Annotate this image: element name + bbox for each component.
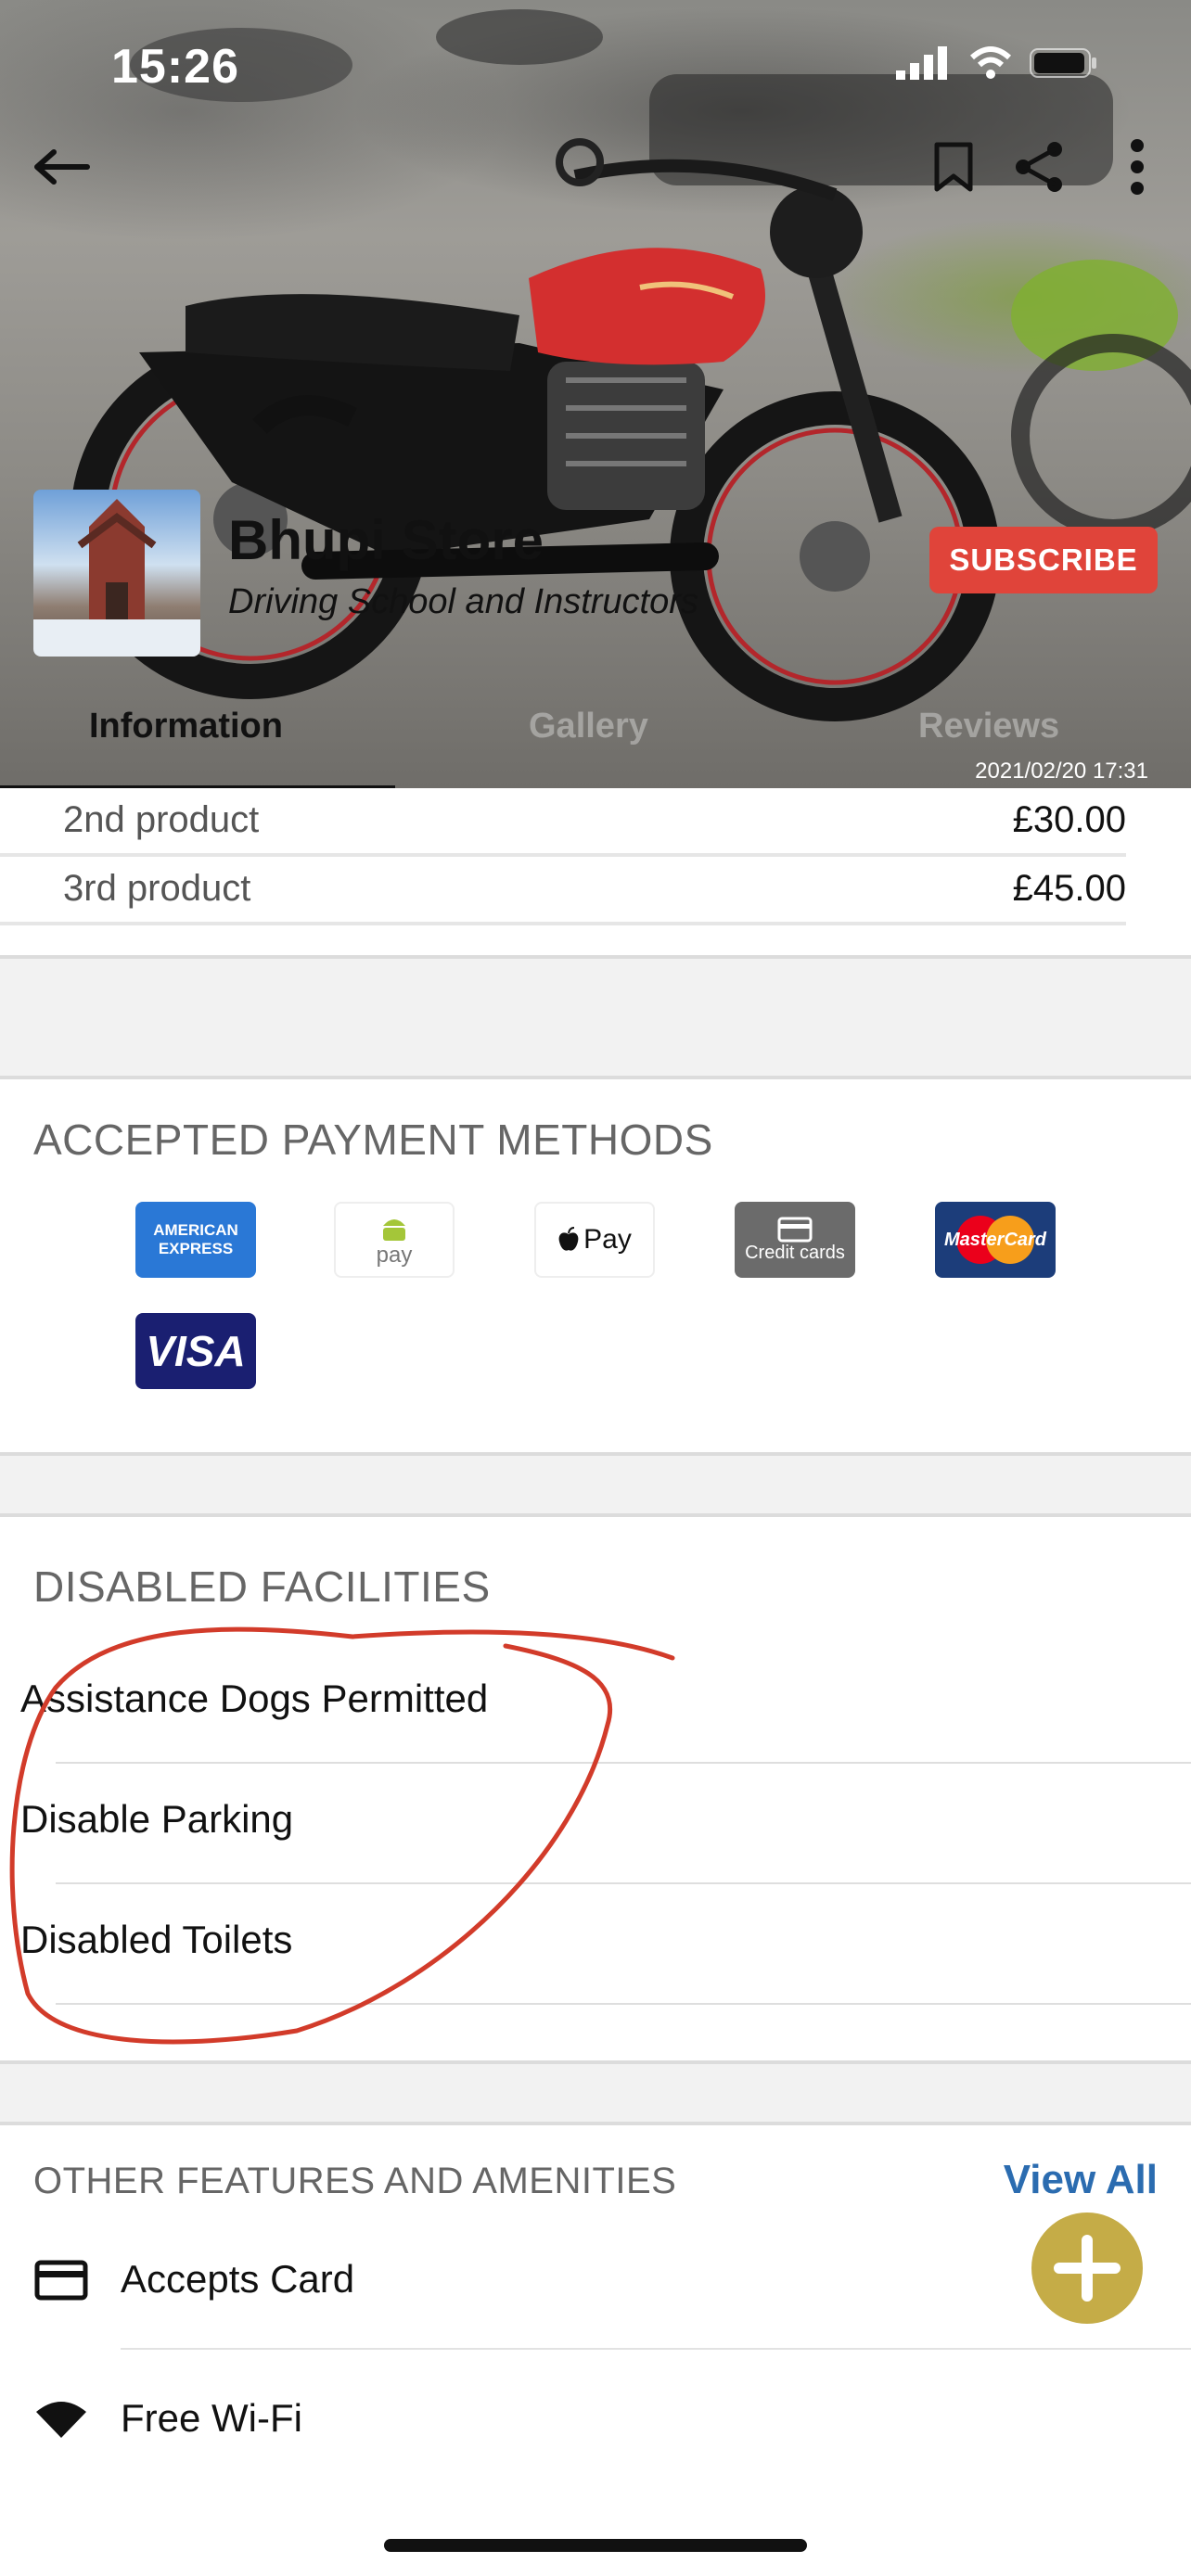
section-spacer bbox=[0, 1456, 1191, 1517]
temple-thumbnail-image bbox=[33, 499, 200, 657]
other-features-title: OTHER FEATURES AND AMENITIES bbox=[33, 2161, 677, 2201]
share-button[interactable] bbox=[1002, 130, 1076, 204]
mastercard-label: MasterCard bbox=[943, 1229, 1047, 1250]
product-row[interactable]: 3rd product £45.00 bbox=[0, 857, 1126, 925]
visa-label: VISA bbox=[146, 1327, 246, 1375]
more-vertical-icon bbox=[1131, 139, 1144, 195]
cellular-signal-icon bbox=[896, 46, 947, 80]
plus-icon bbox=[1054, 2235, 1121, 2302]
visa-card: VISA bbox=[135, 1313, 256, 1389]
top-action-bar bbox=[0, 130, 1191, 223]
list-item: Free Wi-Fi bbox=[0, 2350, 1191, 2489]
bookmark-icon bbox=[934, 142, 973, 192]
list-item: Assistance Dogs Permitted bbox=[0, 1643, 1191, 1764]
disabled-facilities-title: DISABLED FACILITIES bbox=[33, 1562, 491, 1611]
store-category: Driving School and Instructors bbox=[228, 582, 698, 621]
amex-line2: EXPRESS bbox=[158, 1240, 234, 1257]
status-time: 15:26 bbox=[111, 40, 239, 94]
credit-cards-card: Credit cards bbox=[735, 1202, 855, 1278]
credit-cards-label: Credit cards bbox=[745, 1242, 845, 1263]
facility-label: Disabled Toilets bbox=[20, 1918, 293, 1961]
android-pay-card: pay bbox=[334, 1202, 455, 1278]
tab-gallery[interactable]: Gallery bbox=[529, 707, 648, 746]
product-price: £30.00 bbox=[1012, 799, 1126, 840]
apple-logo-icon bbox=[558, 1227, 579, 1251]
status-icons bbox=[896, 46, 1098, 80]
apple-pay-card: Pay bbox=[534, 1202, 655, 1278]
back-button[interactable] bbox=[24, 130, 98, 204]
feature-label: Accepts Card bbox=[121, 2257, 355, 2301]
android-icon bbox=[383, 1219, 405, 1241]
photo-timestamp: 2021/02/20 17:31 bbox=[975, 759, 1148, 784]
arrow-left-icon bbox=[34, 149, 90, 185]
tab-reviews[interactable]: Reviews bbox=[918, 707, 1059, 746]
battery-icon bbox=[1030, 48, 1096, 78]
more-options-button[interactable] bbox=[1109, 130, 1165, 204]
apple-pay-label: Pay bbox=[583, 1224, 632, 1255]
home-indicator[interactable] bbox=[384, 2539, 807, 2552]
wifi-icon bbox=[33, 2396, 89, 2442]
list-item: Accepts Card bbox=[0, 2211, 1191, 2350]
add-floating-button[interactable] bbox=[1031, 2213, 1143, 2324]
facility-label: Disable Parking bbox=[20, 1797, 294, 1841]
product-price: £45.00 bbox=[1012, 868, 1126, 909]
tab-information[interactable]: Information bbox=[89, 707, 283, 746]
android-pay-label: pay bbox=[376, 1243, 413, 1268]
hero-banner: 15:26 Bhupi Store Driving School and Ins… bbox=[0, 0, 1191, 788]
wifi-status-icon bbox=[969, 46, 1012, 79]
list-item: Disable Parking bbox=[0, 1764, 1191, 1884]
credit-card-icon bbox=[33, 2257, 89, 2303]
divider bbox=[56, 2003, 1191, 2005]
subscribe-button[interactable]: SUBSCRIBE bbox=[929, 527, 1158, 593]
product-row[interactable]: 2nd product £30.00 bbox=[0, 788, 1126, 857]
product-name: 2nd product bbox=[63, 799, 260, 840]
amex-card: AMERICAN EXPRESS bbox=[135, 1202, 256, 1278]
store-name: Bhupi Store bbox=[228, 509, 544, 571]
payment-methods-title: ACCEPTED PAYMENT METHODS bbox=[33, 1116, 713, 1164]
store-thumbnail bbox=[33, 490, 200, 657]
mastercard-card: MasterCard bbox=[935, 1202, 1056, 1278]
view-all-link[interactable]: View All bbox=[1004, 2157, 1158, 2203]
product-name: 3rd product bbox=[63, 868, 251, 909]
credit-card-small-icon bbox=[777, 1217, 813, 1242]
amex-line1: AMERICAN bbox=[153, 1221, 238, 1239]
section-spacer bbox=[0, 2064, 1191, 2125]
list-item: Disabled Toilets bbox=[0, 1884, 1191, 2005]
facility-label: Assistance Dogs Permitted bbox=[20, 1677, 489, 1720]
products-list: 2nd product £30.00 3rd product £45.00 bbox=[0, 788, 1191, 959]
section-spacer bbox=[0, 959, 1191, 1079]
share-icon bbox=[1016, 142, 1062, 192]
feature-label: Free Wi-Fi bbox=[121, 2396, 302, 2440]
bookmark-button[interactable] bbox=[916, 130, 991, 204]
status-bar: 15:26 bbox=[0, 0, 1191, 130]
